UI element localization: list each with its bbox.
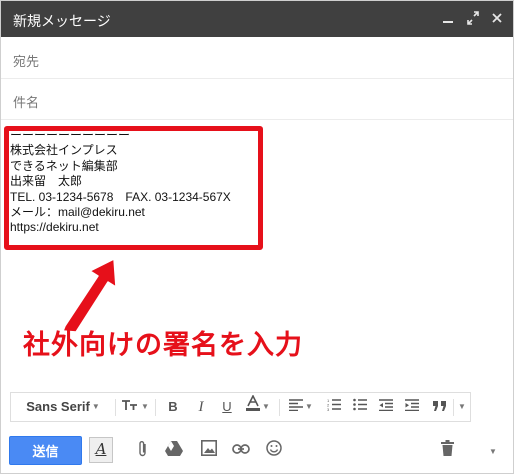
font-family-label: Sans Serif — [26, 399, 90, 414]
indent-less-icon[interactable] — [376, 393, 396, 421]
subject-field[interactable]: 件名 — [1, 79, 513, 120]
signature-line-company: 株式会社インプレス — [10, 143, 118, 158]
signature-line-department: できるネット編集部 — [10, 158, 118, 173]
toolbar-divider — [155, 399, 156, 416]
compose-titlebar[interactable]: 新規メッセージ — [1, 1, 513, 37]
compose-title: 新規メッセージ — [13, 13, 111, 29]
quote-icon[interactable] — [429, 393, 451, 421]
italic-button[interactable]: I — [190, 393, 212, 421]
signature-line-url: https://dekiru.net — [10, 220, 99, 235]
compose-bottom-bar: 送信 A ▼ — [1, 429, 513, 473]
formatting-toolbar: Sans Serif ▼ ▼ B I U ▼ ▼ 123 ▼ — [10, 392, 471, 422]
paperclip-icon[interactable] — [133, 440, 153, 460]
expand-icon[interactable] — [466, 10, 480, 26]
font-family-select[interactable]: Sans Serif ▼ — [15, 393, 111, 421]
chevron-down-icon[interactable]: ▼ — [455, 393, 469, 421]
text-size-icon[interactable]: ▼ — [119, 393, 151, 421]
signature-line-name: 出来留 太郎 — [10, 174, 83, 189]
text-color-icon[interactable]: ▼ — [243, 393, 273, 421]
bold-button[interactable]: B — [162, 393, 184, 421]
to-label: 宛先 — [13, 54, 40, 69]
bulleted-list-icon[interactable] — [350, 393, 370, 421]
formatting-options-icon[interactable]: A — [89, 437, 113, 463]
emoji-icon[interactable] — [264, 440, 284, 460]
toolbar-divider — [115, 399, 116, 416]
signature-line-divider: ーーーーーーーーーー — [10, 128, 131, 142]
link-icon[interactable] — [231, 440, 251, 460]
signature-line-phone: TEL. 03-1234-5678 FAX. 03-1234-567X — [10, 189, 231, 204]
indent-more-icon[interactable] — [402, 393, 422, 421]
annotation-text: 社外向けの署名を入力 — [23, 330, 303, 361]
send-button[interactable]: 送信 — [9, 436, 82, 465]
compose-window: 新規メッセージ 宛先 件名 ーーーーーーーーーー 株式会社インプレス できるネッ… — [0, 0, 514, 474]
svg-text:3: 3 — [327, 407, 330, 411]
close-icon[interactable] — [490, 10, 504, 26]
toolbar-divider — [279, 399, 280, 416]
to-field[interactable]: 宛先 — [1, 38, 513, 79]
signature-line-email: メール：mail@dekiru.net — [10, 204, 145, 219]
drive-icon[interactable] — [164, 440, 184, 460]
subject-label: 件名 — [13, 95, 40, 110]
photo-icon[interactable] — [199, 440, 219, 460]
signature-block: ーーーーーーーーーー 株式会社インプレス できるネット編集部 出来留 太郎 TE… — [10, 128, 248, 236]
align-icon[interactable]: ▼ — [285, 393, 317, 421]
numbered-list-icon[interactable]: 123 — [324, 393, 344, 421]
more-options-icon[interactable]: ▼ — [483, 440, 503, 460]
trash-icon[interactable] — [437, 440, 457, 460]
minimize-icon[interactable] — [441, 10, 455, 26]
toolbar-divider — [453, 399, 454, 416]
underline-button[interactable]: U — [216, 393, 238, 421]
